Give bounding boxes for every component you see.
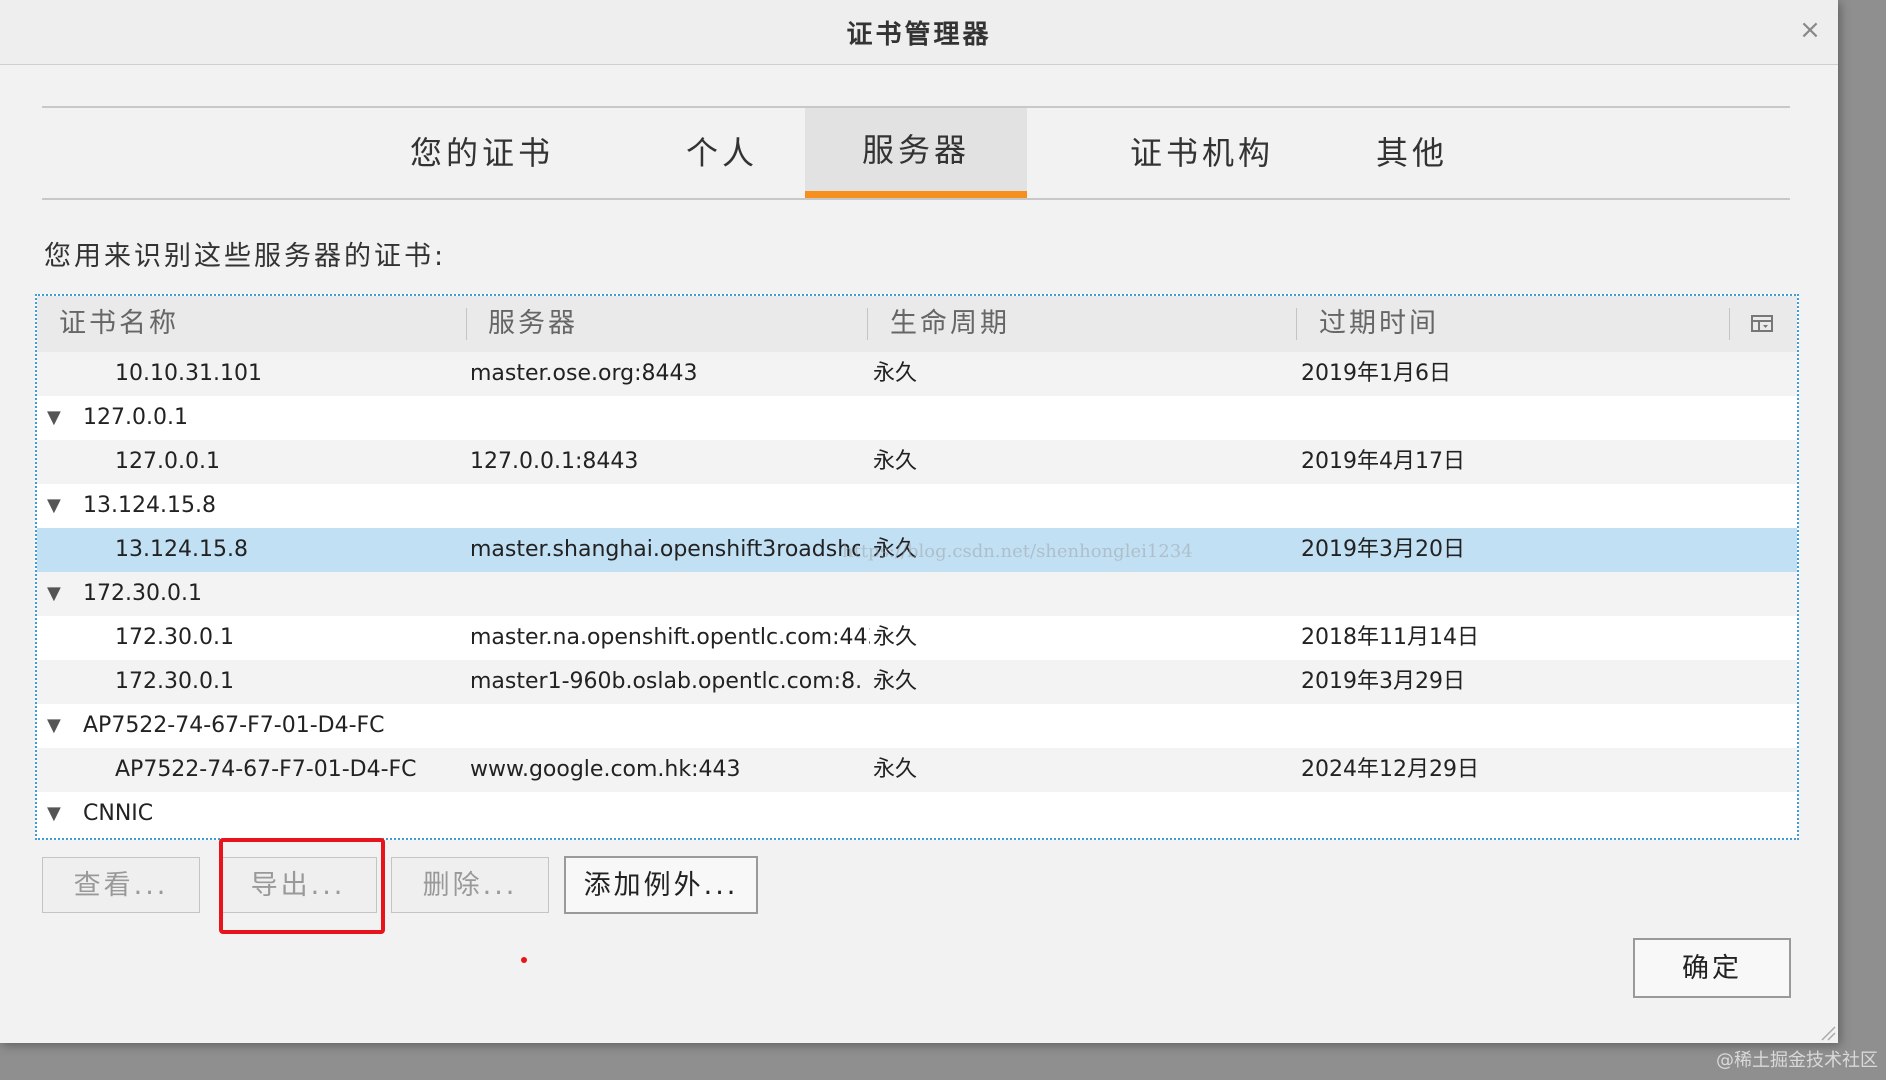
tab-authorities[interactable]: 证书机构	[1092, 108, 1312, 198]
expand-triangle-icon[interactable]: ▼	[47, 792, 67, 836]
group-row[interactable]: ▼ AP7522-74-67-F7-01-D4-FC	[37, 704, 1797, 748]
cert-lifetime: 永久	[873, 449, 918, 474]
tab-servers[interactable]: 服务器	[805, 108, 1027, 198]
cert-server: 127.0.0.1:8443	[470, 449, 639, 474]
expand-triangle-icon[interactable]: ▼	[47, 572, 67, 616]
certificate-manager-dialog: 证书管理器 × 您的证书 个人 服务器 证书机构 其他 您用来识别这些服务器的证…	[0, 0, 1838, 1043]
resize-grip-icon[interactable]	[1818, 1023, 1836, 1041]
table-row[interactable]: 172.30.0.1 master.na.openshift.opentlc.c…	[37, 616, 1797, 660]
cert-expires: 2024年12月29日	[1301, 757, 1479, 782]
certificate-tree[interactable]: 证书名称 服务器 生命周期 过期时间 10.10.31.101 master.o…	[35, 294, 1799, 840]
delete-button[interactable]: 删除...	[391, 857, 549, 913]
cert-server: master1-960b.oslab.opentlc.com:8...	[470, 669, 860, 694]
tab-people[interactable]: 个人	[642, 108, 802, 198]
tab-your-certificates[interactable]: 您的证书	[382, 108, 582, 198]
group-row[interactable]: ▼ 172.30.0.1	[37, 572, 1797, 616]
annotation-highlight-box	[219, 838, 385, 934]
cert-name: 172.30.0.1	[115, 625, 234, 650]
column-header-cert-name[interactable]: 证书名称	[59, 296, 179, 352]
cert-expires: 2018年11月14日	[1301, 625, 1479, 650]
url-watermark: https://blog.csdn.net/shenhonglei1234	[842, 541, 1193, 562]
cert-lifetime: 永久	[873, 757, 918, 782]
tab-bar: 您的证书 个人 服务器 证书机构 其他	[42, 106, 1790, 200]
cert-server: www.google.com.hk:443	[470, 757, 741, 782]
expand-triangle-icon[interactable]: ▼	[47, 484, 67, 528]
column-header-server[interactable]: 服务器	[488, 296, 578, 352]
cert-lifetime: 永久	[873, 625, 918, 650]
cert-expires: 2019年1月6日	[1301, 361, 1451, 386]
cert-lifetime: 永久	[873, 669, 918, 694]
table-row[interactable]: 172.30.0.1 master1-960b.oslab.opentlc.co…	[37, 660, 1797, 704]
table-row[interactable]: 10.10.31.101 master.ose.org:8443 永久 2019…	[37, 352, 1797, 396]
expand-triangle-icon[interactable]: ▼	[47, 704, 67, 748]
corner-watermark: @稀土掘金技术社区	[1716, 1050, 1878, 1071]
table-body: 10.10.31.101 master.ose.org:8443 永久 2019…	[37, 352, 1797, 836]
group-name: 127.0.0.1	[83, 405, 188, 430]
tab-others[interactable]: 其他	[1332, 108, 1492, 198]
view-button[interactable]: 查看...	[42, 857, 200, 913]
column-divider[interactable]	[466, 308, 467, 340]
group-name: AP7522-74-67-F7-01-D4-FC	[83, 713, 385, 738]
add-exception-button[interactable]: 添加例外...	[564, 856, 758, 914]
column-divider[interactable]	[1729, 308, 1730, 340]
cert-server: master.na.openshift.opentlc.com:443	[470, 625, 870, 650]
title-bar: 证书管理器 ×	[0, 0, 1838, 65]
cert-expires: 2019年4月17日	[1301, 449, 1465, 474]
table-header: 证书名称 服务器 生命周期 过期时间	[37, 296, 1797, 353]
cert-server: master.shanghai.openshift3roadsho...	[470, 537, 860, 562]
cert-expires: 2019年3月29日	[1301, 669, 1465, 694]
table-row[interactable]: AP7522-74-67-F7-01-D4-FC www.google.com.…	[37, 748, 1797, 792]
ok-button[interactable]: 确定	[1633, 938, 1791, 998]
expand-triangle-icon[interactable]: ▼	[47, 396, 67, 440]
group-name: CNNIC	[83, 801, 154, 826]
close-icon[interactable]: ×	[1796, 16, 1824, 44]
group-row[interactable]: ▼ CNNIC	[37, 792, 1797, 836]
column-divider[interactable]	[1296, 308, 1297, 340]
column-divider[interactable]	[867, 308, 868, 340]
group-row[interactable]: ▼ 127.0.0.1	[37, 396, 1797, 440]
cert-name: 172.30.0.1	[115, 669, 234, 694]
cert-server: master.ose.org:8443	[470, 361, 698, 386]
cert-name: 127.0.0.1	[115, 449, 220, 474]
cert-name: 10.10.31.101	[115, 361, 262, 386]
cert-lifetime: 永久	[873, 361, 918, 386]
annotation-dot	[521, 957, 527, 963]
column-header-expires[interactable]: 过期时间	[1319, 296, 1439, 352]
description-text: 您用来识别这些服务器的证书:	[44, 241, 447, 272]
cert-expires: 2019年3月20日	[1301, 537, 1465, 562]
dialog-title: 证书管理器	[846, 20, 992, 50]
column-header-lifetime[interactable]: 生命周期	[890, 296, 1010, 352]
cert-name: 13.124.15.8	[115, 537, 248, 562]
column-picker-icon[interactable]	[1751, 314, 1773, 334]
group-name: 13.124.15.8	[83, 493, 216, 518]
group-name: 172.30.0.1	[83, 581, 202, 606]
cert-name: AP7522-74-67-F7-01-D4-FC	[115, 757, 417, 782]
group-row[interactable]: ▼ 13.124.15.8	[37, 484, 1797, 528]
table-row[interactable]: 127.0.0.1 127.0.0.1:8443 永久 2019年4月17日	[37, 440, 1797, 484]
